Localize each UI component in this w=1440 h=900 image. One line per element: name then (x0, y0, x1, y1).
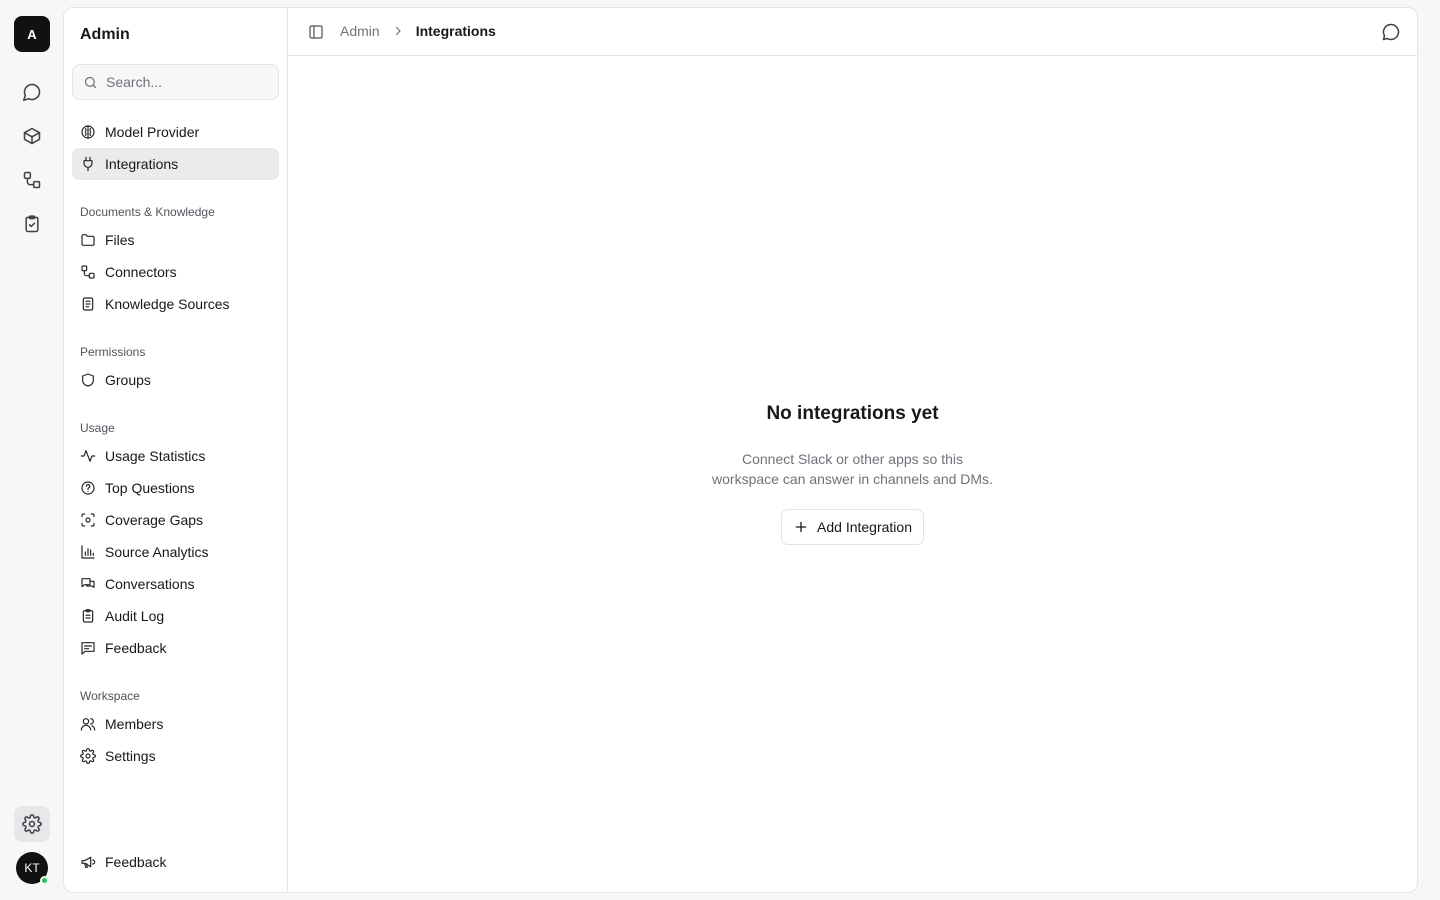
sidebar-item-label: Members (105, 716, 164, 732)
section-label-usage: Usage (80, 421, 115, 435)
chat-icon[interactable] (14, 74, 50, 110)
bar-chart-icon (81, 545, 95, 559)
question-circle-icon (81, 481, 95, 495)
top-bar: Admin Integrations (288, 8, 1417, 56)
footer-feedback-link[interactable]: Feedback (72, 846, 279, 878)
add-integration-button[interactable]: Add Integration (781, 509, 924, 545)
sidebar-item-audit-log[interactable]: Audit Log (72, 600, 279, 632)
empty-state-description-line2: workspace can answer in channels and DMs… (712, 471, 993, 487)
connectors-icon (81, 265, 95, 279)
sidebar-item-source-analytics[interactable]: Source Analytics (72, 536, 279, 568)
breadcrumb-admin[interactable]: Admin (340, 23, 380, 39)
sidebar-item-groups[interactable]: Groups (72, 364, 279, 396)
plus-icon (795, 521, 807, 533)
empty-state-title: No integrations yet (766, 403, 939, 424)
sidebar-item-label: Coverage Gaps (105, 512, 204, 528)
sidebar-item-label: Feedback (105, 854, 167, 870)
workspace-logo[interactable]: A (14, 16, 50, 52)
add-integration-label: Add Integration (817, 519, 912, 535)
sidebar-item-label: Files (105, 232, 135, 248)
sidebar-item-label: Usage Statistics (105, 448, 206, 464)
clipboard-check-icon[interactable] (14, 206, 50, 242)
clipboard-icon (82, 609, 94, 623)
sidebar-item-label: Groups (105, 372, 151, 388)
sidebar-item-model-provider[interactable]: Model Provider (72, 116, 279, 148)
admin-sidebar: Admin Model Provider Integrations Docume… (64, 8, 288, 892)
document-icon (82, 297, 94, 311)
sidebar-item-label: Audit Log (105, 608, 165, 624)
sidebar-item-label: Knowledge Sources (105, 296, 230, 312)
breadcrumb-current: Integrations (415, 23, 496, 39)
messages-icon (81, 578, 95, 588)
sidebar-item-coverage-gaps[interactable]: Coverage Gaps (72, 504, 279, 536)
section-label-permissions: Permissions (80, 345, 146, 359)
plug-icon (83, 156, 93, 172)
empty-state-description-line1: Connect Slack or other apps so this (741, 451, 963, 467)
sidebar-item-feedback[interactable]: Feedback (72, 632, 279, 664)
sidebar-item-label: Model Provider (105, 124, 200, 140)
sidebar-item-conversations[interactable]: Conversations (72, 568, 279, 600)
box-icon[interactable] (14, 118, 50, 154)
sidebar-item-knowledge-sources[interactable]: Knowledge Sources (72, 288, 279, 320)
sidebar-item-integrations[interactable]: Integrations (72, 148, 279, 180)
users-icon (80, 718, 96, 731)
sidebar-item-label: Conversations (105, 576, 195, 592)
sidebar-item-label: Top Questions (105, 480, 195, 496)
sidebar-item-label: Feedback (105, 640, 167, 656)
scan-icon (81, 513, 95, 527)
sidebar-item-top-questions[interactable]: Top Questions (72, 472, 279, 504)
folder-icon (81, 234, 95, 246)
content-area: Admin Integrations No integrations yet C… (288, 8, 1417, 892)
megaphone-icon (81, 856, 96, 868)
chat-bubble-icon[interactable] (1381, 22, 1401, 42)
sidebar-item-usage-statistics[interactable]: Usage Statistics (72, 440, 279, 472)
sidebar-item-settings[interactable]: Settings (72, 740, 279, 772)
sidebar-item-files[interactable]: Files (72, 224, 279, 256)
icon-rail: A KT (0, 0, 64, 900)
sidebar-item-members[interactable]: Members (72, 708, 279, 740)
section-label-workspace: Workspace (80, 689, 140, 703)
main-panel: Admin Model Provider Integrations Docume… (63, 7, 1418, 893)
section-label-documents: Documents & Knowledge (80, 205, 215, 219)
sidebar-item-label: Connectors (105, 264, 177, 280)
brain-icon (81, 125, 95, 139)
sidebar-item-label: Source Analytics (105, 544, 209, 560)
search-icon (84, 76, 97, 88)
shield-icon (82, 373, 94, 387)
sidebar-item-label: Settings (105, 748, 156, 764)
empty-state: No integrations yet Connect Slack or oth… (288, 403, 1417, 545)
sidebar-title: Admin (80, 26, 130, 43)
activity-icon (80, 450, 96, 462)
breadcrumb: Admin Integrations (340, 23, 496, 39)
online-status-dot (40, 876, 49, 885)
message-square-icon (81, 642, 95, 655)
sidebar-toggle-icon[interactable] (308, 24, 324, 40)
chevron-right-icon (395, 26, 401, 36)
search-box[interactable] (72, 64, 279, 100)
search-input[interactable] (106, 74, 266, 90)
sidebar-item-connectors[interactable]: Connectors (72, 256, 279, 288)
gear-icon (80, 748, 96, 764)
settings-gear-icon[interactable] (14, 806, 50, 842)
connectors-icon[interactable] (14, 162, 50, 198)
sidebar-item-label: Integrations (105, 156, 179, 172)
